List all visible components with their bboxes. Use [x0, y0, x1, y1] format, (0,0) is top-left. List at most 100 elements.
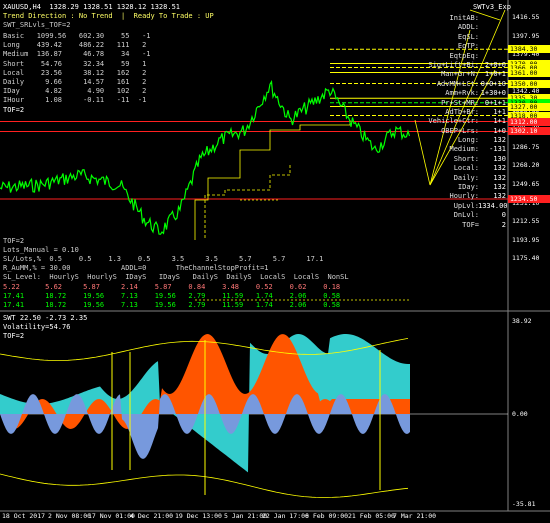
mm-line: SL/Lots,% 0.5 0.5 1.3 0.5 3.5 3.5 5.7 5.… [3, 255, 324, 264]
mm-line: R_AuMM,% = 30.00 ADDL=0 TheChannelStopPr… [3, 264, 269, 273]
signal-value: 0+0+10 [480, 79, 506, 88]
strength-row: Daily 9.66 14.57 161 2 [3, 78, 147, 86]
time-axis-label: 5 Jan 21:00 [224, 512, 268, 520]
price-axis-label: 1175.40 [512, 254, 540, 263]
time-axis-label: 2 Nov 08:00 [48, 512, 92, 520]
sub-axis-label: 0.00 [512, 410, 528, 418]
strength-row: Short 54.76 32.34 59 1 [3, 59, 147, 68]
time-axis-label: 19 Dec 13:00 [175, 512, 222, 520]
time-axis-label: 4 Dec 21:00 [130, 512, 174, 520]
mm-line: 17.41 18.72 19.56 7.13 19.56 2.79 11.59 … [3, 291, 341, 300]
signal-value: 1334.00 [478, 201, 508, 210]
signal-label: AdvMM+LCt: [436, 79, 479, 88]
signal-label: EqTP: [457, 42, 479, 51]
price-axis-label: 1193.95 [512, 235, 540, 244]
time-axis-label: 21 Feb 05:00 [348, 512, 395, 520]
sr-levels-label: SWT_SRLvls_TOF=2 [3, 21, 71, 29]
signal-label: TOF= [462, 220, 479, 229]
time-axis-label: 18 Oct 2017 [2, 512, 46, 520]
signal-value: 2+0+0 [484, 60, 506, 69]
price-axis-label: 1249.65 [512, 179, 540, 188]
signal-label: Amm+Rvk: [445, 89, 479, 98]
price-tag: 1234.50 [508, 195, 550, 204]
signal-value [478, 33, 506, 42]
indicator-name: SWTv3_Exp [473, 3, 511, 11]
strength-row: Long 439.42 486.22 111 2 [3, 41, 147, 50]
signal-label: AdTb+Br: [445, 107, 479, 116]
mm-line: TOF=2 [3, 237, 25, 245]
sub-axis-label: 38.92 [512, 317, 532, 325]
signal-label: InitAB: [449, 14, 479, 22]
signal-value [478, 42, 506, 51]
signal-value: 1+30+0 [480, 89, 506, 98]
signal-value: 132 [493, 192, 506, 201]
price-axis-label: 1416.55 [512, 13, 540, 21]
price-tag: 1312.00 [508, 117, 550, 126]
strength-row: IHour 1.08 -0.11 -11 -1 [3, 96, 147, 105]
signal-value: 2 [501, 220, 506, 229]
sub-axis-label: -35.81 [512, 500, 536, 508]
strength-row: Local 23.56 38.12 162 2 [3, 68, 147, 77]
sub-tof-label: TOF=2 [3, 332, 25, 340]
signal-value: 130 [493, 154, 506, 163]
signal-value: 1+1 [493, 107, 506, 116]
signal-label: IDay: [457, 183, 479, 192]
strength-row: IDay 4.82 4.90 102 2 [3, 87, 147, 96]
signal-value: 1+0+1 [484, 70, 506, 79]
signal-label: EqSL: [457, 32, 479, 41]
signal-value: 132 [493, 136, 506, 145]
signal-label: Man+Gr+N: [441, 70, 479, 79]
envelope-line [0, 473, 409, 499]
signal-value: -131 [489, 145, 506, 154]
swt-oscillator [0, 334, 508, 499]
signal-value: 132 [493, 173, 506, 182]
stop-line [194, 120, 351, 240]
time-axis-label: 7 Mar 21:00 [393, 512, 437, 520]
stop-line [204, 165, 291, 238]
volatility-label: Volatility=54.76 [3, 323, 71, 331]
time-axis-label: 22 Jan 17:00 [262, 512, 309, 520]
mm-line: SL_Level: HourlyS HourlyS IDayS IDayS Da… [3, 273, 349, 282]
signal-label: Hourly: [449, 192, 479, 201]
time-axis-label: 6 Feb 09:00 [305, 512, 349, 520]
signal-value: 1+0 [493, 126, 506, 135]
signal-labels: InitAB: ADDL: EqSL: EqTP: EqtpEq: Sig+Lift+Bi… [415, 14, 479, 230]
price-axis-label: 1397.95 [512, 31, 540, 40]
strength-row: Basic 1099.56 602.30 55 -1 [3, 32, 151, 40]
signal-label: Vehicle+Ctr: [428, 117, 479, 126]
strength-row: Medium 136.87 46.78 34 -1 [3, 50, 151, 59]
price-axis-label: 1286.75 [512, 142, 540, 151]
price-tag: 1361.00 [508, 68, 550, 77]
mm-line: 17.41 18.72 19.56 7.13 19.56 2.79 11.59 … [3, 300, 341, 309]
signal-label: DnLvl: [453, 211, 479, 220]
swt-title: SWT 22.50 -2.73 2.35 [3, 314, 88, 322]
mm-line: Lots_Manual = 0.10 [3, 246, 79, 255]
price-tag: 1302.10 [508, 127, 550, 136]
signal-value: 132 [493, 183, 506, 192]
signal-label: EqtpEq: [449, 51, 479, 60]
signal-label: Daily: [453, 173, 479, 182]
signal-label: Pr+St+MR: [441, 98, 479, 107]
signal-value: 0+1+1 [484, 98, 506, 107]
signal-value [478, 14, 506, 23]
signal-label: Sig+Lift+Bi: [428, 60, 479, 69]
time-axis-label: 17 Nov 01:00 [88, 512, 135, 520]
signal-label: UpLvl: [453, 201, 479, 210]
price-tag: 1327.00 [508, 102, 550, 111]
price-tag: 1350.00 [508, 79, 550, 88]
signal-label: Short: [453, 154, 479, 163]
signal-value [478, 23, 506, 32]
signal-value: 132 [493, 164, 506, 173]
signal-value [478, 52, 506, 61]
trend-status: Trend Direction : No Trend | Ready To Tr… [3, 12, 214, 20]
price-axis-label: 1268.20 [512, 161, 540, 170]
signal-label: OBEP+Lrs: [441, 126, 479, 135]
mm-line: 5.22 5.62 5.87 2.14 5.87 0.84 3.48 0.52 … [3, 282, 341, 291]
strength-row: TOF=2 [3, 105, 25, 114]
price-axis-label: 1212.55 [512, 217, 540, 226]
signal-label: ADDL: [457, 23, 479, 32]
signal-label: Long: [457, 136, 479, 145]
signal-label: Local: [453, 164, 479, 173]
signal-label: Medium: [449, 145, 479, 154]
signal-value: 0 [501, 211, 506, 220]
